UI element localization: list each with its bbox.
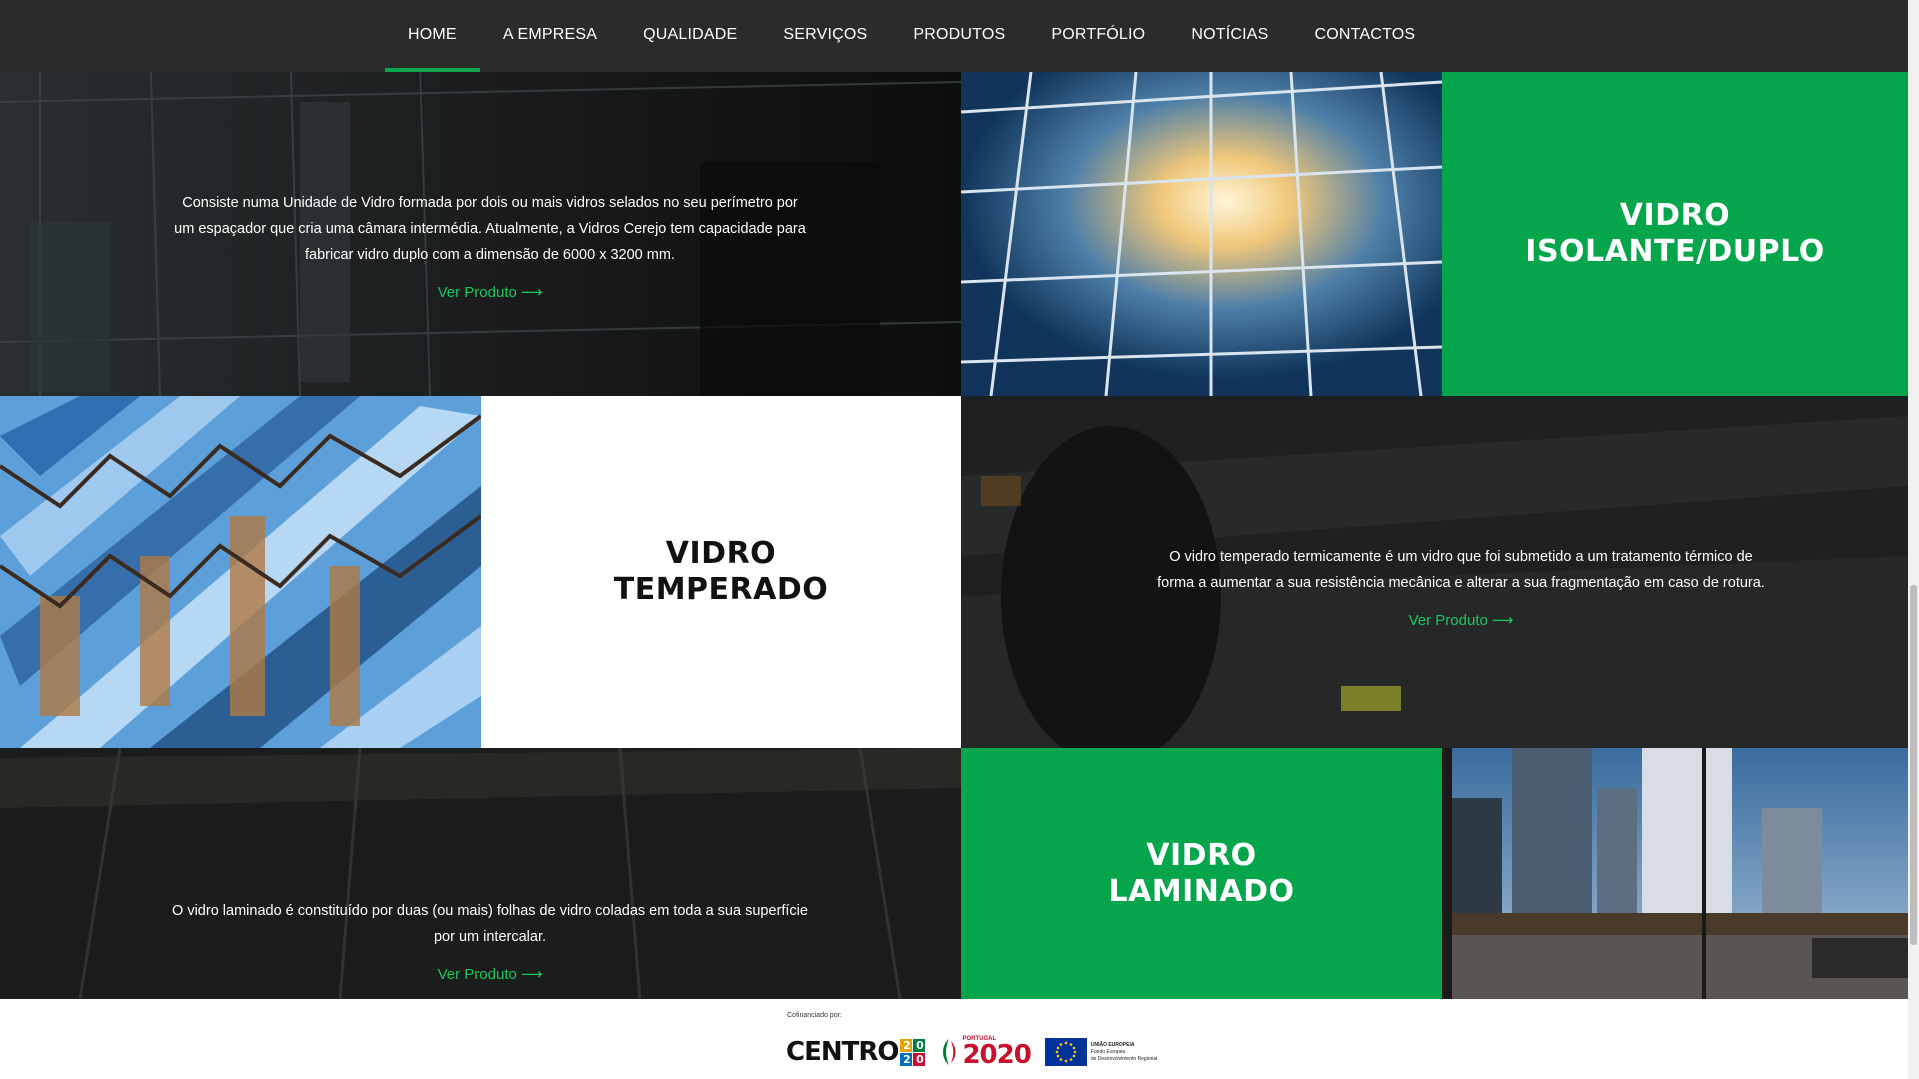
duplo-ver-produto-label: Ver Produto: [437, 284, 517, 301]
nav-item-contactos[interactable]: CONTACTOS: [1292, 0, 1439, 72]
arrow-right-icon: ⟶: [1491, 612, 1514, 629]
city-view-window-image: [1442, 748, 1908, 999]
temperado-description-l2: forma a aumentar a sua resistência mecân…: [1157, 575, 1765, 591]
product-duplo-image-tile: [961, 72, 1442, 396]
laminado-ver-produto-label: Ver Produto: [437, 966, 517, 983]
laminado-description-block: O vidro laminado é constituído por duas …: [140, 898, 840, 988]
temperado-ver-produto-link[interactable]: Ver Produto ⟶: [1409, 608, 1514, 634]
centro-digit-3: 2: [900, 1052, 913, 1066]
scrollbar-thumb[interactable]: [1910, 585, 1917, 945]
product-duplo-title-tile[interactable]: VIDRO ISOLANTE/DUPLO: [1442, 72, 1908, 396]
funding-logos: CENTRO 2 0 2 0 PORTUGAL 2020 UNIÃO EUROP…: [786, 1034, 1157, 1070]
footer: Cofinanciado por: CENTRO 2 0 2 0 PORTUGA…: [0, 999, 1908, 1079]
duplo-description-l3: fabricar vidro duplo com a dimensão de 6…: [305, 247, 675, 263]
arrow-right-icon: ⟶: [520, 966, 543, 983]
product-laminado-title-tile[interactable]: VIDRO LAMINADO: [961, 748, 1442, 999]
laminado-title-line2: LAMINADO: [1108, 873, 1295, 909]
laminado-description-l1: O vidro laminado é constituído por duas …: [172, 903, 808, 919]
angled-glass-building-image: [0, 396, 481, 748]
cofinanciado-label: Cofinanciado por:: [787, 1012, 842, 1019]
product-temperado-title-tile[interactable]: VIDRO TEMPERADO: [481, 396, 961, 748]
eu-text-l2: Fundo Europeu: [1090, 1048, 1126, 1055]
nav-item-servicos[interactable]: SERVIÇOS: [760, 0, 890, 72]
laminado-description-l2: por um intercalar.: [433, 929, 547, 945]
portugal-big-label: 2020: [962, 1040, 1031, 1070]
eu-text-l3: de Desenvolvimento Regional: [1090, 1055, 1158, 1062]
temperado-description-l1: O vidro temperado termicamente é um vidr…: [1169, 549, 1753, 565]
product-duplo-description-tile: Consiste numa Unidade de Vidro formada p…: [0, 42, 961, 396]
duplo-description-l2: um espaçador que cria uma câmara intermé…: [174, 221, 806, 237]
nav-links: HOME A EMPRESA QUALIDADE SERVIÇOS PRODUT…: [385, 0, 1438, 72]
temperado-title: VIDRO TEMPERADO: [614, 536, 829, 608]
uniao-europeia-logo[interactable]: UNIÃO EUROPEIA Fundo Europeu de Desenvol…: [1044, 1038, 1157, 1066]
eu-text-l1: UNIÃO EUROPEIA: [1090, 1041, 1135, 1048]
centro-digit-4: 0: [913, 1052, 926, 1066]
temperado-title-line1: VIDRO: [665, 536, 777, 571]
centro-digit-1: 2: [900, 1038, 913, 1052]
product-temperado-image-tile: [0, 396, 481, 748]
nav-item-empresa[interactable]: A EMPRESA: [480, 0, 620, 72]
laminado-ver-produto-link[interactable]: Ver Produto ⟶: [438, 962, 543, 988]
portugal2020-text: PORTUGAL 2020: [962, 1036, 1031, 1070]
nav-item-home[interactable]: HOME: [385, 0, 480, 72]
laminado-title-line1: VIDRO: [1146, 837, 1257, 873]
centro-logo-text: CENTRO: [786, 1037, 899, 1067]
eu-text: UNIÃO EUROPEIA Fundo Europeu de Desenvol…: [1091, 1042, 1157, 1063]
temperado-title-line2: TEMPERADO: [613, 572, 829, 607]
duplo-title: VIDRO ISOLANTE/DUPLO: [1525, 198, 1824, 270]
centro2020-logo[interactable]: CENTRO 2 0 2 0: [786, 1037, 926, 1067]
nav-item-portfolio[interactable]: PORTFÓLIO: [1028, 0, 1168, 72]
temperado-description-block: O vidro temperado termicamente é um vidr…: [1141, 544, 1781, 634]
product-laminado-image-tile: [1442, 748, 1908, 999]
duplo-description-l1: Consiste numa Unidade de Vidro formada p…: [182, 195, 798, 211]
laminado-title: VIDRO LAMINADO: [1108, 838, 1294, 910]
arrow-right-icon: ⟶: [520, 284, 543, 301]
eu-flag-icon: [1044, 1038, 1087, 1066]
nav-item-produtos[interactable]: PRODUTOS: [890, 0, 1028, 72]
portugal2020-logo[interactable]: PORTUGAL 2020: [939, 1036, 1032, 1070]
duplo-description-block: Consiste numa Unidade de Vidro formada p…: [160, 190, 820, 306]
page-scrollbar[interactable]: [1908, 0, 1919, 1079]
centro-digit-2: 0: [913, 1038, 926, 1052]
duplo-ver-produto-link[interactable]: Ver Produto ⟶: [438, 280, 543, 306]
glass-facade-image: [961, 72, 1442, 396]
temperado-ver-produto-label: Ver Produto: [1408, 612, 1488, 629]
nav-item-noticias[interactable]: NOTÍCIAS: [1168, 0, 1291, 72]
duplo-title-line2: ISOLANTE/DUPLO: [1525, 234, 1825, 269]
centro-logo-grid: 2 0 2 0: [900, 1038, 926, 1066]
duplo-title-line1: VIDRO: [1619, 198, 1731, 233]
product-temperado-description-tile: O vidro temperado termicamente é um vidr…: [961, 396, 1908, 748]
nav-item-qualidade[interactable]: QUALIDADE: [620, 0, 760, 72]
portugal-mark-icon: [943, 1039, 956, 1065]
main-nav: HOME A EMPRESA QUALIDADE SERVIÇOS PRODUT…: [0, 0, 1908, 72]
product-laminado-description-tile: O vidro laminado é constituído por duas …: [0, 748, 961, 999]
